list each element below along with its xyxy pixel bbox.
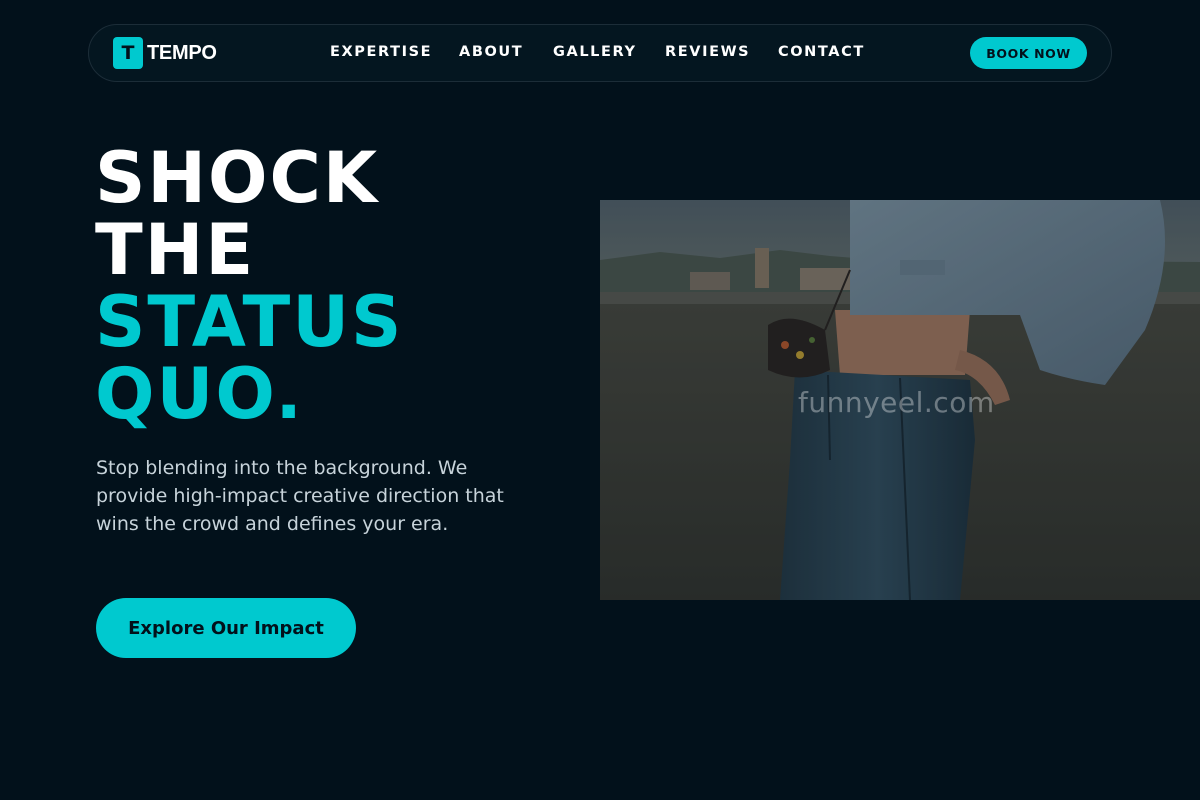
landing-page: T TEMPO EXPERTISE ABOUT GALLERY REVIEWS …	[0, 0, 1200, 800]
nav-link-gallery[interactable]: GALLERY	[553, 44, 637, 60]
hero-subtext: Stop blending into the background. We pr…	[96, 457, 504, 535]
nav-link-about[interactable]: ABOUT	[459, 44, 523, 60]
brand-name: TEMPO	[147, 41, 217, 64]
headline-line-2: THE	[95, 209, 256, 291]
logo-mark-icon: T	[113, 37, 143, 69]
nav-link-reviews[interactable]: REVIEWS	[665, 44, 750, 60]
book-now-button[interactable]: BOOK NOW	[970, 37, 1087, 69]
top-navigation: T TEMPO EXPERTISE ABOUT GALLERY REVIEWS …	[88, 24, 1112, 82]
hero-image: funnyeel.com	[600, 200, 1200, 600]
brand-logo[interactable]: T TEMPO	[113, 37, 217, 69]
nav-link-expertise[interactable]: EXPERTISE	[330, 44, 432, 60]
nav-link-contact[interactable]: CONTACT	[778, 44, 865, 60]
headline-line-1: SHOCK	[95, 137, 380, 219]
explore-impact-button[interactable]: Explore Our Impact	[96, 598, 356, 658]
hero-headline: SHOCK THE STATUS QUO.	[95, 142, 403, 430]
image-watermark: funnyeel.com	[798, 386, 995, 419]
headline-line-3: STATUS	[95, 281, 404, 363]
headline-line-4: QUO.	[95, 353, 304, 435]
